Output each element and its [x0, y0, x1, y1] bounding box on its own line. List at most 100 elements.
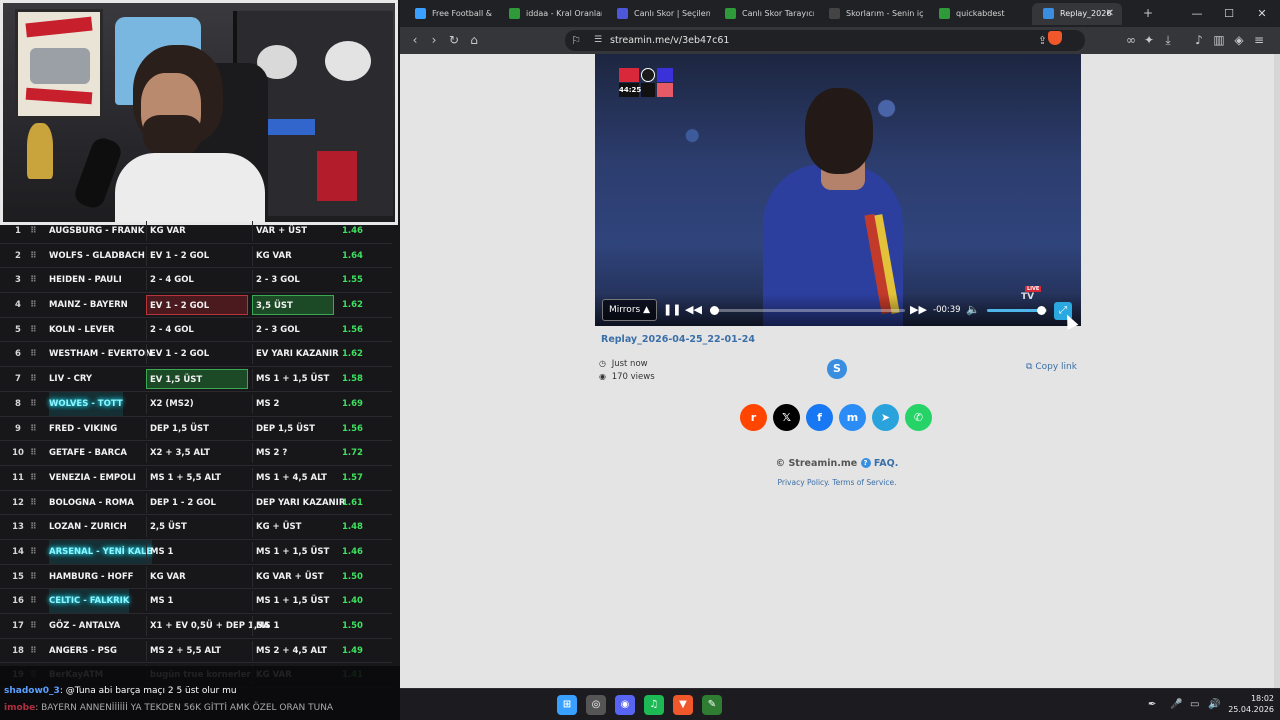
seek-handle[interactable]: [709, 306, 719, 315]
sidebar-icon[interactable]: ▥: [1208, 27, 1230, 54]
x-share-icon[interactable]: 𝕏: [773, 404, 800, 431]
whatsapp-share-icon[interactable]: ✆: [905, 404, 932, 431]
spotify-icon[interactable]: ♫: [644, 695, 664, 715]
excel-like-icon[interactable]: ✎: [702, 695, 722, 715]
bet-row: 16 ⠿ CELTIC - FALKRIK MS 1 MS 1 + 1,5 ÜST 1.4…: [0, 589, 392, 614]
system-clock[interactable]: 18:02 25.04.2026: [1228, 693, 1274, 715]
mirrors-button[interactable]: Mirrors ▲: [602, 299, 657, 321]
tab-7[interactable]: Replay_2026 ✕: [1032, 3, 1122, 25]
minimize-button[interactable]: —: [1180, 0, 1214, 27]
site-info-icon[interactable]: ☰: [589, 30, 607, 51]
telegram-share-icon[interactable]: ➤: [872, 404, 899, 431]
match-name: ANGERS - PSG: [49, 645, 117, 656]
video-title: Replay_2026-04-25_22-01-24: [601, 334, 755, 345]
volume-handle[interactable]: [1037, 306, 1046, 315]
odds-value: 1.72: [342, 448, 363, 459]
reddit-share-icon[interactable]: r: [740, 404, 767, 431]
faq-icon: ?: [860, 458, 871, 468]
terms-of-service-link[interactable]: Terms of Service.: [832, 478, 896, 487]
mic-icon[interactable]: 🎤: [1170, 697, 1182, 713]
media-icon[interactable]: ♪: [1188, 27, 1210, 54]
tab-1[interactable]: Free Football & Play: [404, 3, 494, 25]
menu-icon[interactable]: ≡: [1248, 27, 1270, 54]
posted-time: ◷ Just now: [599, 359, 648, 369]
odds-value: 1.50: [342, 571, 363, 582]
primary-bet: KG VAR: [146, 566, 248, 587]
share-page-icon[interactable]: ⇪: [1038, 30, 1047, 51]
live-tv-logo: LIVE TV: [1021, 286, 1045, 306]
volume-slider[interactable]: [987, 306, 1047, 315]
webcam-feed: [0, 0, 398, 225]
page-scrollbar[interactable]: [1274, 54, 1280, 688]
drag-handle-icon: ⠿: [30, 472, 37, 483]
pause-icon[interactable]: ❚❚: [663, 299, 681, 321]
brave-shield-icon[interactable]: [1048, 31, 1062, 45]
tab-label: iddaa - Kral Oranlar: [526, 9, 602, 18]
discord-icon[interactable]: ◉: [615, 695, 635, 715]
primary-bet: MS 1 + 5,5 ALT: [146, 467, 248, 488]
copyright-text: © Streamin.me: [775, 458, 858, 469]
primary-bet: DEP 1 - 2 GOL: [146, 492, 248, 513]
views-text: 170 views: [611, 372, 655, 382]
odds-value: 1.61: [342, 497, 363, 508]
primary-bet: EV 1 - 2 GOL: [146, 245, 248, 266]
secondary-bet: MS 1: [252, 616, 334, 636]
secondary-bet: KG VAR: [252, 245, 334, 266]
close-window-button[interactable]: ✕: [1245, 0, 1279, 27]
bet-row: 15 ⠿ HAMBURG - HOFF KG VAR KG VAR + ÜST 1.50: [0, 565, 392, 590]
row-number: 14: [12, 546, 24, 557]
drag-handle-icon: ⠿: [30, 324, 37, 335]
odds-value: 1.57: [342, 472, 363, 483]
faq-link[interactable]: FAQ.: [874, 458, 898, 469]
secondary-bet: 2 - 3 GOL: [252, 319, 334, 340]
tab-5[interactable]: Skorlarım - Senin iç: [818, 3, 924, 25]
player-controls: Mirrors ▲ ❚❚ ◀◀ ▶▶ -00:39 🔈 LIVE TV ⤢: [595, 286, 1081, 326]
match-name: LIV - CRY: [49, 374, 93, 385]
rewind-icon[interactable]: ◀◀: [685, 299, 702, 321]
speaker-icon[interactable]: 🔊: [1208, 697, 1220, 713]
tab-3[interactable]: Canlı Skor | Seçilen: [606, 3, 710, 25]
match-name: FRED - VIKING: [49, 423, 118, 434]
tab-4[interactable]: Canlı Skor Tarayıcısı: [714, 3, 814, 25]
chat-message: imobe: BAYERN ANNENİİİİİİ YA TEKDEN 56K …: [4, 703, 333, 713]
seek-bar[interactable]: [709, 306, 905, 315]
brave-icon[interactable]: ▼: [673, 695, 693, 715]
mirrors-label: Mirrors: [609, 305, 641, 315]
chrome-icon[interactable]: ◎: [586, 695, 606, 715]
network-icon[interactable]: ▭: [1190, 697, 1199, 713]
pen-icon[interactable]: ✒: [1148, 697, 1156, 713]
tab-label: quickabdest: [956, 9, 1005, 18]
address-url[interactable]: streamin.me/v/3eb47c61: [610, 30, 729, 51]
home-icon[interactable]: ⌂: [463, 27, 485, 54]
windows-start-icon[interactable]: ⊞: [557, 695, 577, 715]
forward-icon[interactable]: ›: [423, 27, 445, 54]
bet-row: 7 ⠿ LIV - CRY EV 1,5 ÜST MS 1 + 1,5 ÜST 1.58: [0, 367, 392, 392]
match-name: WOLVES - TOTT: [49, 391, 123, 416]
fast-forward-icon[interactable]: ▶▶: [910, 299, 927, 321]
wallet-icon[interactable]: ◈: [1228, 27, 1250, 54]
bookmark-icon[interactable]: ⚐: [565, 30, 587, 51]
reload-icon[interactable]: ↻: [443, 27, 465, 54]
volume-icon[interactable]: 🔈: [966, 299, 980, 321]
secondary-bet: 3,5 ÜST: [252, 295, 334, 316]
tab-2[interactable]: iddaa - Kral Oranlar: [498, 3, 602, 25]
copy-link-button[interactable]: ⧉ Copy link: [1026, 362, 1077, 372]
facebook-share-icon[interactable]: f: [806, 404, 833, 431]
leaf-icon: [939, 8, 950, 19]
privacy-policy-link[interactable]: Privacy Policy.: [777, 478, 829, 487]
drag-handle-icon: ⠿: [30, 374, 37, 385]
close-tab-icon[interactable]: ✕: [1106, 3, 1114, 25]
downloads-icon[interactable]: ⤓: [1157, 27, 1179, 54]
primary-bet: EV 1 - 2 GOL: [146, 344, 248, 365]
primary-bet: EV 1,5 ÜST: [146, 369, 248, 390]
address-bar[interactable]: ⚐ ☰ streamin.me/v/3eb47c61 ⇪: [565, 30, 1085, 51]
tab-6[interactable]: quickabdest: [928, 3, 1028, 25]
messenger-share-icon[interactable]: m: [839, 404, 866, 431]
new-tab-icon[interactable]: +: [1137, 0, 1159, 27]
drag-handle-icon: ⠿: [30, 300, 37, 311]
maximize-button[interactable]: ☐: [1212, 0, 1246, 27]
odds-value: 1.40: [342, 596, 363, 607]
streamin-logo-icon[interactable]: S: [827, 359, 847, 379]
volume-fill: [987, 309, 1041, 312]
video-player[interactable]: 44:25 Mirrors ▲ ❚❚ ◀◀ ▶▶ -00:39 🔈 LIVE T…: [595, 54, 1081, 326]
